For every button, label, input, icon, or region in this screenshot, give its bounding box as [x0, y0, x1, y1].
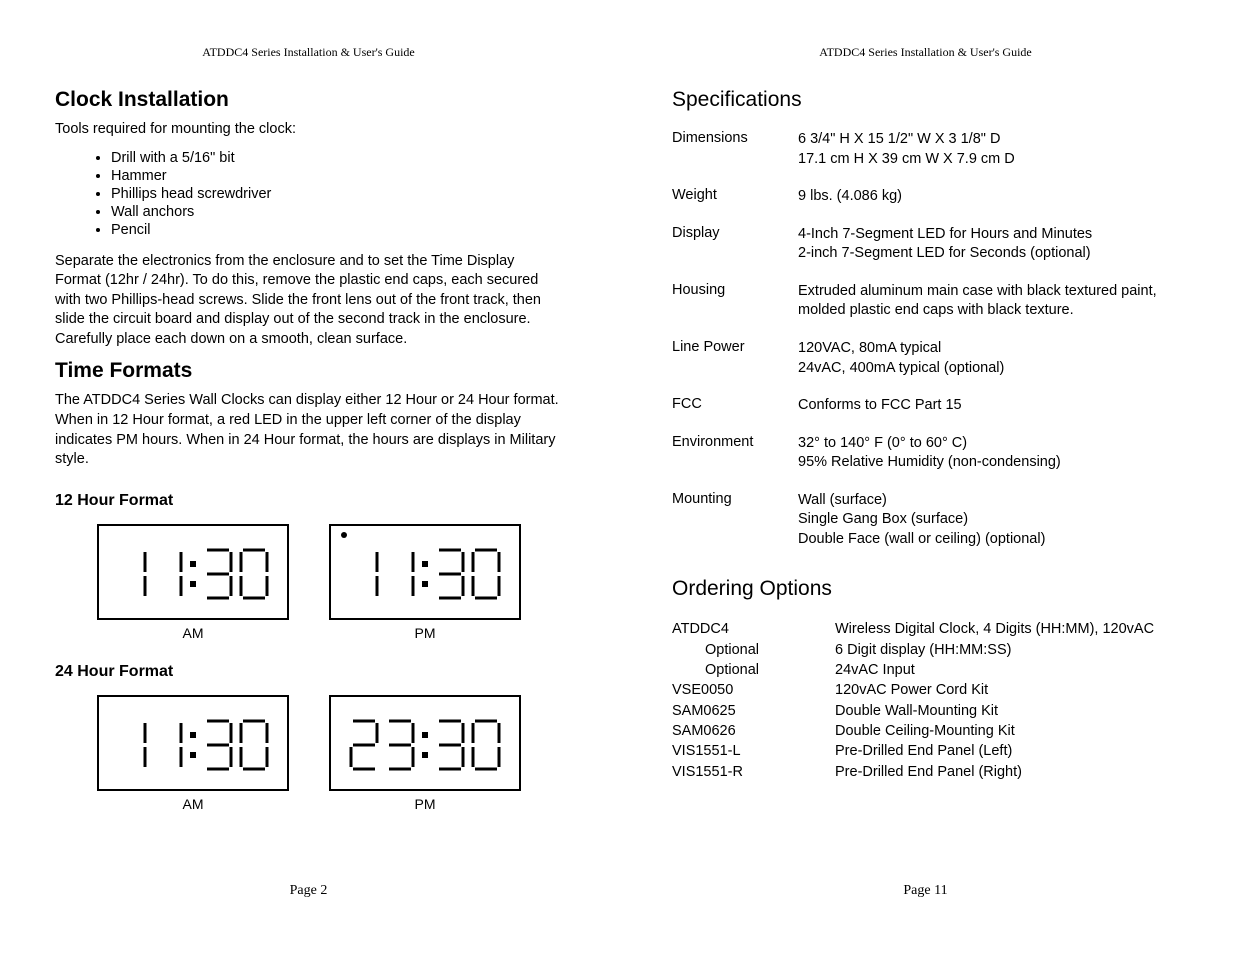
spec-row: FCCConforms to FCC Part 15: [672, 396, 1179, 416]
page-right: ATDDC4 Series Installation & User's Guid…: [617, 0, 1234, 954]
order-row: VSE0050120vAC Power Cord Kit: [672, 680, 1179, 700]
spec-value: 32° to 140° F (0° to 60° C)95% Relative …: [798, 434, 1179, 473]
ordering-table: ATDDC4Wireless Digital Clock, 4 Digits (…: [672, 619, 1179, 781]
clock-caption: PM: [329, 796, 521, 812]
order-row: VIS1551-RPre-Drilled End Panel (Right): [672, 762, 1179, 782]
order-row: Optional24vAC Input: [672, 660, 1179, 680]
clock-frame: [329, 695, 521, 791]
tool-item: Pencil: [111, 222, 562, 238]
order-label: ATDDC4: [672, 619, 835, 639]
clock-display: AM: [97, 524, 289, 641]
spec-row: Line Power120VAC, 80mA typical24vAC, 400…: [672, 339, 1179, 378]
order-label: Optional: [672, 640, 835, 660]
tool-item: Phillips head screwdriver: [111, 186, 562, 202]
order-row: ATDDC4Wireless Digital Clock, 4 Digits (…: [672, 619, 1179, 639]
spec-value: Conforms to FCC Part 15: [798, 396, 1179, 416]
order-value: 6 Digit display (HH:MM:SS): [835, 640, 1179, 660]
spec-label: FCC: [672, 396, 798, 416]
order-label: VIS1551-R: [672, 762, 835, 782]
spec-label: Environment: [672, 434, 798, 473]
clock-frame: [97, 524, 289, 620]
tools-list: Drill with a 5/16" bit Hammer Phillips hea…: [55, 150, 562, 238]
colon-icon: [422, 732, 428, 758]
order-value: 120vAC Power Cord Kit: [835, 680, 1179, 700]
spec-row: MountingWall (surface)Single Gang Box (s…: [672, 491, 1179, 550]
spec-row: Display4-Inch 7-Segment LED for Hours an…: [672, 225, 1179, 264]
spec-value: 6 3/4" H X 15 1/2" W X 3 1/8" D17.1 cm H…: [798, 130, 1179, 169]
heading-ordering: Ordering Options: [672, 577, 1179, 601]
order-row: Optional6 Digit display (HH:MM:SS): [672, 640, 1179, 660]
specifications-table: Dimensions6 3/4" H X 15 1/2" W X 3 1/8" …: [672, 130, 1179, 549]
spec-label: Dimensions: [672, 130, 798, 169]
spec-label: Mounting: [672, 491, 798, 550]
clock-display: AM: [97, 695, 289, 812]
spec-value: Extruded aluminum main case with black t…: [798, 282, 1179, 321]
clock-frame: [97, 695, 289, 791]
spec-value: 120VAC, 80mA typical24vAC, 400mA typical…: [798, 339, 1179, 378]
tool-item: Hammer: [111, 168, 562, 184]
spec-row: HousingExtruded aluminum main case with …: [672, 282, 1179, 321]
order-row: SAM0625Double Wall-Mounting Kit: [672, 701, 1179, 721]
page-number-left: Page 2: [0, 883, 617, 899]
heading-12hr: 12 Hour Format: [55, 492, 562, 510]
heading-time-formats: Time Formats: [55, 359, 562, 383]
order-label: Optional: [672, 660, 835, 680]
tool-item: Wall anchors: [111, 204, 562, 220]
clock-display: PM: [329, 695, 521, 812]
order-value: Pre-Drilled End Panel (Left): [835, 741, 1179, 761]
heading-specifications: Specifications: [672, 88, 1179, 112]
spec-label: Housing: [672, 282, 798, 321]
order-value: Double Wall-Mounting Kit: [835, 701, 1179, 721]
pm-indicator-icon: [341, 532, 347, 538]
header-left: ATDDC4 Series Installation & User's Guid…: [55, 45, 562, 60]
time-formats-paragraph: The ATDDC4 Series Wall Clocks can displa…: [55, 391, 562, 469]
separate-paragraph: Separate the electronics from the enclos…: [55, 252, 562, 350]
order-label: SAM0626: [672, 721, 835, 741]
spec-row: Dimensions6 3/4" H X 15 1/2" W X 3 1/8" …: [672, 130, 1179, 169]
page-number-right: Page 11: [617, 883, 1234, 899]
tools-intro: Tools required for mounting the clock:: [55, 120, 562, 140]
clock-caption: PM: [329, 625, 521, 641]
colon-icon: [422, 561, 428, 587]
colon-icon: [190, 732, 196, 758]
spec-value: Wall (surface)Single Gang Box (surface)D…: [798, 491, 1179, 550]
clock-caption: AM: [97, 796, 289, 812]
page-left: ATDDC4 Series Installation & User's Guid…: [0, 0, 617, 954]
tool-item: Drill with a 5/16" bit: [111, 150, 562, 166]
spec-label: Line Power: [672, 339, 798, 378]
clock-row-24hr: AM PM: [97, 695, 562, 812]
clock-frame: [329, 524, 521, 620]
spec-row: Weight9 lbs. (4.086 kg): [672, 187, 1179, 207]
spec-label: Weight: [672, 187, 798, 207]
order-row: VIS1551-LPre-Drilled End Panel (Left): [672, 741, 1179, 761]
order-value: Double Ceiling-Mounting Kit: [835, 721, 1179, 741]
order-value: Wireless Digital Clock, 4 Digits (HH:MM)…: [835, 619, 1179, 639]
spec-row: Environment32° to 140° F (0° to 60° C)95…: [672, 434, 1179, 473]
spec-value: 9 lbs. (4.086 kg): [798, 187, 1179, 207]
order-label: VSE0050: [672, 680, 835, 700]
clock-row-12hr: AM PM: [97, 524, 562, 641]
spec-label: Display: [672, 225, 798, 264]
colon-icon: [190, 561, 196, 587]
order-value: 24vAC Input: [835, 660, 1179, 680]
heading-clock-installation: Clock Installation: [55, 88, 562, 112]
clock-display: PM: [329, 524, 521, 641]
order-row: SAM0626Double Ceiling-Mounting Kit: [672, 721, 1179, 741]
order-label: VIS1551-L: [672, 741, 835, 761]
order-value: Pre-Drilled End Panel (Right): [835, 762, 1179, 782]
heading-24hr: 24 Hour Format: [55, 663, 562, 681]
header-right: ATDDC4 Series Installation & User's Guid…: [672, 45, 1179, 60]
spec-value: 4-Inch 7-Segment LED for Hours and Minut…: [798, 225, 1179, 264]
order-label: SAM0625: [672, 701, 835, 721]
clock-caption: AM: [97, 625, 289, 641]
